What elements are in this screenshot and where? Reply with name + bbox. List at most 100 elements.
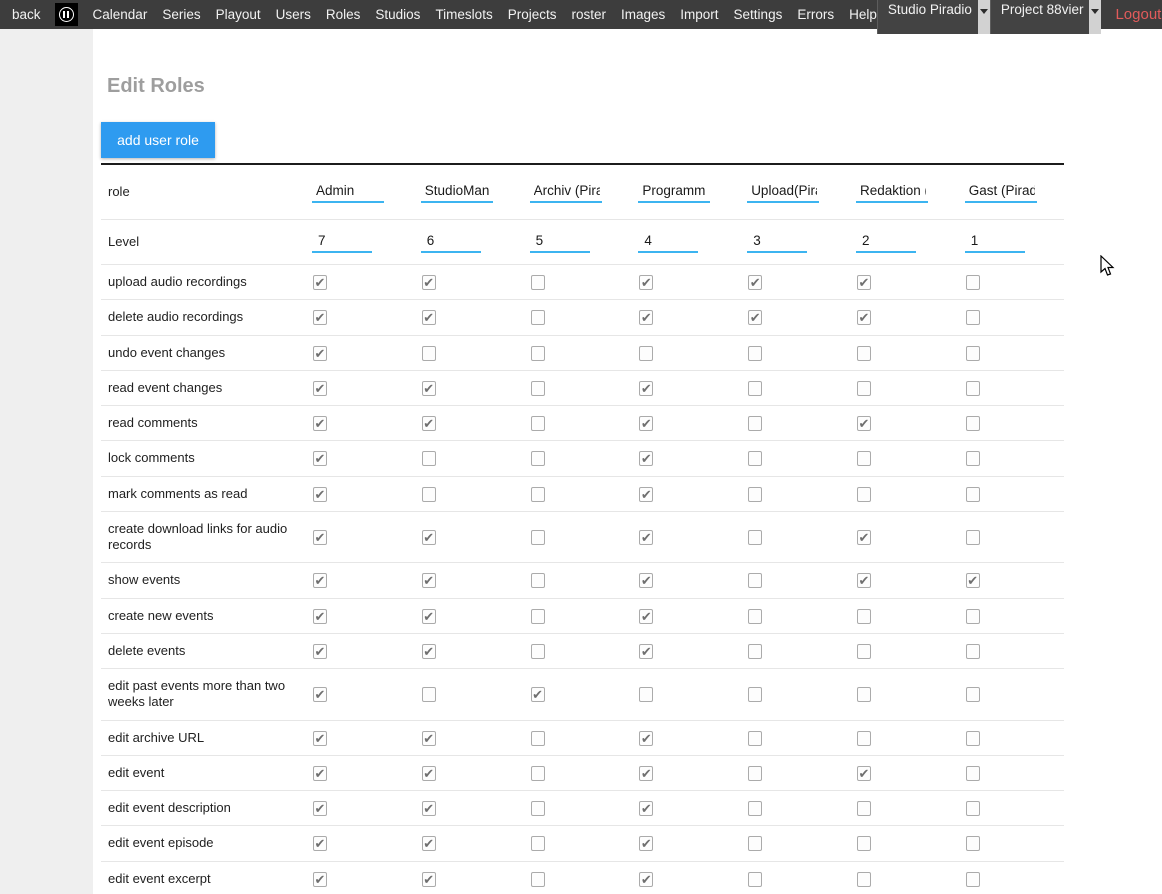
permission-checkbox-r13-c5[interactable]	[857, 766, 871, 781]
permission-checkbox-r7-c0[interactable]	[313, 530, 327, 545]
permission-checkbox-r2-c4[interactable]	[748, 346, 762, 361]
permission-checkbox-r14-c1[interactable]	[422, 801, 436, 816]
permission-checkbox-r11-c5[interactable]	[857, 687, 871, 702]
permission-checkbox-r15-c0[interactable]	[313, 836, 327, 851]
permission-checkbox-r4-c6[interactable]	[966, 416, 980, 431]
permission-checkbox-r13-c0[interactable]	[313, 766, 327, 781]
studio-select[interactable]: Studio Piradio	[877, 0, 990, 34]
nav-item-errors[interactable]: Errors	[797, 7, 834, 22]
pause-circle-logo-icon[interactable]	[55, 3, 78, 26]
permission-checkbox-r0-c0[interactable]	[313, 275, 327, 290]
permission-checkbox-r16-c5[interactable]	[857, 872, 871, 887]
permission-checkbox-r16-c1[interactable]	[422, 872, 436, 887]
permission-checkbox-r4-c0[interactable]	[313, 416, 327, 431]
permission-checkbox-r12-c2[interactable]	[531, 731, 545, 746]
role-level-input-2[interactable]	[530, 231, 590, 253]
nav-item-users[interactable]: Users	[276, 7, 311, 22]
nav-item-timeslots[interactable]: Timeslots	[435, 7, 492, 22]
permission-checkbox-r13-c1[interactable]	[422, 766, 436, 781]
permission-checkbox-r2-c5[interactable]	[857, 346, 871, 361]
role-name-input-4[interactable]	[747, 181, 819, 203]
permission-checkbox-r15-c2[interactable]	[531, 836, 545, 851]
nav-item-projects[interactable]: Projects	[508, 7, 557, 22]
permission-checkbox-r6-c6[interactable]	[966, 487, 980, 502]
permission-checkbox-r5-c6[interactable]	[966, 451, 980, 466]
permission-checkbox-r1-c4[interactable]	[748, 310, 762, 325]
permission-checkbox-r2-c6[interactable]	[966, 346, 980, 361]
permission-checkbox-r16-c0[interactable]	[313, 872, 327, 887]
nav-item-studios[interactable]: Studios	[375, 7, 420, 22]
role-level-input-1[interactable]	[421, 231, 481, 253]
permission-checkbox-r9-c0[interactable]	[313, 609, 327, 624]
chevron-down-icon[interactable]	[1089, 0, 1101, 34]
permission-checkbox-r2-c1[interactable]	[422, 346, 436, 361]
permission-checkbox-r16-c3[interactable]	[639, 872, 653, 887]
permission-checkbox-r6-c1[interactable]	[422, 487, 436, 502]
permission-checkbox-r11-c2[interactable]	[531, 687, 545, 702]
permission-checkbox-r1-c3[interactable]	[639, 310, 653, 325]
permission-checkbox-r11-c4[interactable]	[748, 687, 762, 702]
permission-checkbox-r1-c2[interactable]	[531, 310, 545, 325]
permission-checkbox-r15-c1[interactable]	[422, 836, 436, 851]
permission-checkbox-r2-c3[interactable]	[639, 346, 653, 361]
permission-checkbox-r15-c6[interactable]	[966, 836, 980, 851]
role-level-input-4[interactable]	[747, 231, 807, 253]
logout-button[interactable]: Logout	[1115, 6, 1161, 23]
permission-checkbox-r16-c4[interactable]	[748, 872, 762, 887]
nav-item-help[interactable]: Help	[849, 7, 877, 22]
permission-checkbox-r0-c1[interactable]	[422, 275, 436, 290]
permission-checkbox-r13-c2[interactable]	[531, 766, 545, 781]
permission-checkbox-r0-c5[interactable]	[857, 275, 871, 290]
permission-checkbox-r1-c1[interactable]	[422, 310, 436, 325]
role-level-input-0[interactable]	[312, 231, 372, 253]
permission-checkbox-r5-c2[interactable]	[531, 451, 545, 466]
permission-checkbox-r3-c0[interactable]	[313, 381, 327, 396]
permission-checkbox-r11-c3[interactable]	[639, 687, 653, 702]
nav-item-calendar[interactable]: Calendar	[93, 7, 148, 22]
permission-checkbox-r5-c1[interactable]	[422, 451, 436, 466]
nav-item-roles[interactable]: Roles	[326, 7, 361, 22]
add-user-role-button[interactable]: add user role	[101, 122, 215, 158]
permission-checkbox-r0-c3[interactable]	[639, 275, 653, 290]
permission-checkbox-r9-c6[interactable]	[966, 609, 980, 624]
role-name-input-6[interactable]	[965, 181, 1037, 203]
permission-checkbox-r10-c3[interactable]	[639, 644, 653, 659]
permission-checkbox-r7-c2[interactable]	[531, 530, 545, 545]
role-name-input-1[interactable]	[421, 181, 493, 203]
permission-checkbox-r12-c5[interactable]	[857, 731, 871, 746]
permission-checkbox-r14-c5[interactable]	[857, 801, 871, 816]
permission-checkbox-r13-c3[interactable]	[639, 766, 653, 781]
permission-checkbox-r6-c4[interactable]	[748, 487, 762, 502]
permission-checkbox-r12-c3[interactable]	[639, 731, 653, 746]
role-name-input-3[interactable]	[638, 181, 710, 203]
permission-checkbox-r12-c6[interactable]	[966, 731, 980, 746]
permission-checkbox-r14-c3[interactable]	[639, 801, 653, 816]
role-level-input-5[interactable]	[856, 231, 916, 253]
permission-checkbox-r4-c2[interactable]	[531, 416, 545, 431]
permission-checkbox-r10-c5[interactable]	[857, 644, 871, 659]
permission-checkbox-r6-c0[interactable]	[313, 487, 327, 502]
permission-checkbox-r8-c1[interactable]	[422, 573, 436, 588]
role-name-input-0[interactable]	[312, 181, 384, 203]
permission-checkbox-r1-c5[interactable]	[857, 310, 871, 325]
permission-checkbox-r3-c2[interactable]	[531, 381, 545, 396]
nav-item-roster[interactable]: roster	[571, 7, 606, 22]
permission-checkbox-r14-c4[interactable]	[748, 801, 762, 816]
nav-item-images[interactable]: Images	[621, 7, 665, 22]
permission-checkbox-r0-c2[interactable]	[531, 275, 545, 290]
permission-checkbox-r7-c1[interactable]	[422, 530, 436, 545]
permission-checkbox-r0-c6[interactable]	[966, 275, 980, 290]
permission-checkbox-r3-c4[interactable]	[748, 381, 762, 396]
permission-checkbox-r10-c2[interactable]	[531, 644, 545, 659]
permission-checkbox-r10-c1[interactable]	[422, 644, 436, 659]
project-select[interactable]: Project 88vier	[990, 0, 1102, 34]
permission-checkbox-r8-c2[interactable]	[531, 573, 545, 588]
permission-checkbox-r9-c4[interactable]	[748, 609, 762, 624]
permission-checkbox-r12-c1[interactable]	[422, 731, 436, 746]
permission-checkbox-r16-c6[interactable]	[966, 872, 980, 887]
role-name-input-5[interactable]	[856, 181, 928, 203]
permission-checkbox-r15-c5[interactable]	[857, 836, 871, 851]
permission-checkbox-r11-c1[interactable]	[422, 687, 436, 702]
permission-checkbox-r9-c5[interactable]	[857, 609, 871, 624]
permission-checkbox-r4-c5[interactable]	[857, 416, 871, 431]
